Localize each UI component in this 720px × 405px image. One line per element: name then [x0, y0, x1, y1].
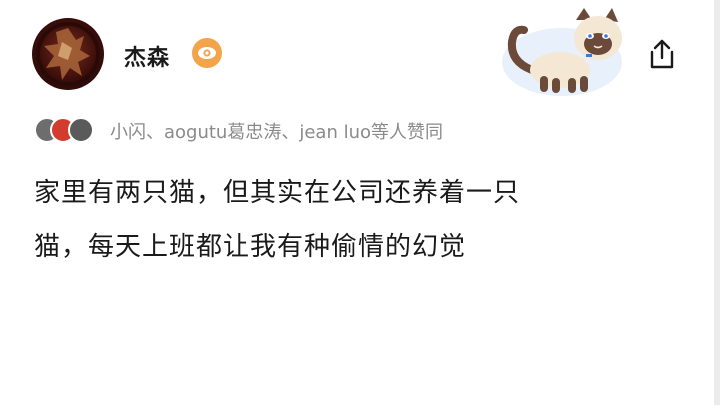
- scrollbar-track: [714, 0, 720, 405]
- author-name[interactable]: 杰森: [124, 40, 170, 72]
- post-header: 杰森: [32, 8, 692, 96]
- author-avatar[interactable]: [32, 18, 104, 90]
- voter-avatar: [68, 117, 94, 143]
- voters-text: 小闪、aogutu葛忠涛、jean luo等人赞同: [110, 122, 443, 143]
- post-line: 猫，每天上班都让我有种偷情的幻觉: [34, 232, 467, 262]
- post-line: 家里有两只猫，但其实在公司还养着一只: [34, 178, 521, 208]
- siamese-cat-sticker: [480, 2, 624, 98]
- voter-avatars: [34, 114, 104, 144]
- post-content: 家里有两只猫，但其实在公司还养着一只 猫，每天上班都让我有种偷情的幻觉: [34, 166, 674, 274]
- share-icon: [650, 39, 674, 69]
- voters-row[interactable]: 小闪、aogutu葛忠涛、jean luo等人赞同: [34, 114, 654, 144]
- share-button[interactable]: [644, 36, 680, 72]
- eye-icon: [192, 38, 222, 68]
- avatar-image: [36, 22, 100, 86]
